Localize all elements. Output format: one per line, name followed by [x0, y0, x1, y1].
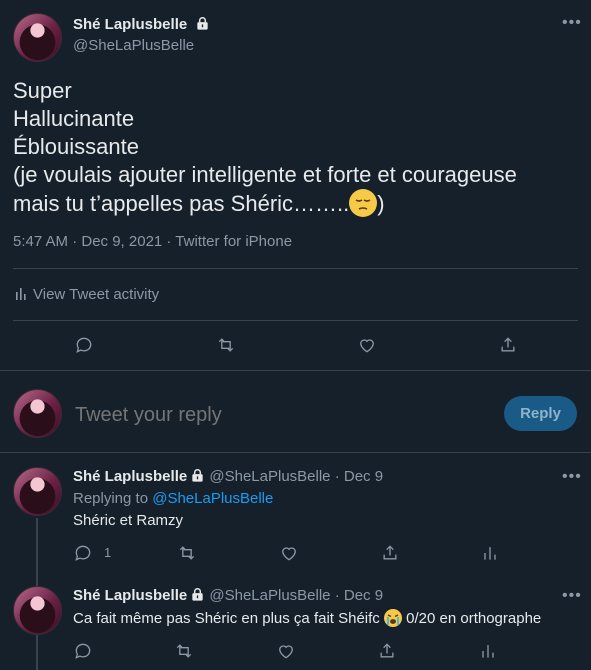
separator: · — [334, 587, 340, 604]
analytics-icon[interactable] — [480, 543, 500, 563]
reply-input[interactable] — [73, 398, 487, 432]
display-name[interactable]: Shé Laplusbelle — [73, 587, 187, 604]
reply-text: Shéric et Ramzy — [73, 512, 184, 529]
like-icon[interactable] — [279, 543, 299, 563]
more-options-icon[interactable]: ••• — [562, 587, 582, 605]
retweet-icon[interactable] — [216, 335, 236, 355]
avatar[interactable] — [13, 13, 62, 62]
display-name[interactable]: Shé Laplusbelle — [73, 468, 187, 485]
retweet-icon[interactable] — [177, 543, 197, 563]
more-options-icon[interactable]: ••• — [562, 14, 582, 32]
tweet-line: (je voulais ajouter intelligente et fort… — [13, 162, 517, 187]
reply-header: Shé Laplusbelle @SheLaPlusBelle · Dec 9 — [73, 468, 383, 487]
separator: · — [334, 468, 340, 485]
reply-count: 1 — [104, 545, 112, 560]
reply-icon[interactable] — [74, 335, 94, 355]
loudly-crying-face-emoji — [383, 609, 402, 627]
reply-icon[interactable] — [73, 543, 93, 563]
lock-icon — [190, 587, 205, 606]
like-icon[interactable] — [357, 335, 377, 355]
tweet-line: Super — [13, 78, 72, 103]
share-icon[interactable] — [498, 335, 518, 355]
tweet-line: Hallucinante — [13, 106, 135, 131]
share-icon[interactable] — [377, 641, 397, 661]
tweet-meta[interactable]: 5:47 AM · Dec 9, 2021 · Twitter for iPho… — [13, 233, 292, 250]
handle[interactable]: @SheLaPlusBelle — [209, 468, 330, 485]
tweet-line: Éblouissante — [13, 134, 139, 159]
handle[interactable]: @SheLaPlusBelle — [73, 37, 194, 54]
tweet-line: mais tu t’appelles pas Shéric…….. ) — [13, 189, 385, 217]
lock-icon — [190, 468, 205, 487]
author-block[interactable]: Shé Laplusbelle — [73, 16, 210, 36]
like-icon[interactable] — [276, 641, 296, 661]
divider — [0, 452, 591, 453]
view-tweet-activity-link[interactable]: View Tweet activity — [15, 286, 159, 305]
reply-icon[interactable] — [73, 641, 93, 661]
display-name[interactable]: Shé Laplusbelle — [73, 16, 187, 33]
avatar[interactable] — [13, 586, 62, 635]
reply-text: Ca fait même pas Shéric en plus ça fait … — [73, 609, 542, 627]
tweet-text: Super Hallucinante Éblouissante (je voul… — [13, 77, 573, 218]
analytics-icon[interactable] — [478, 641, 498, 661]
divider — [13, 268, 578, 269]
replying-to: Replying to @SheLaPlusBelle — [73, 490, 274, 507]
more-options-icon[interactable]: ••• — [562, 468, 582, 486]
avatar[interactable] — [13, 467, 62, 516]
divider — [13, 320, 578, 321]
reply-header: Shé Laplusbelle @SheLaPlusBelle · Dec 9 — [73, 587, 383, 606]
timestamp[interactable]: Dec 9 — [344, 587, 383, 604]
share-icon[interactable] — [380, 543, 400, 563]
pensive-face-emoji — [349, 189, 378, 217]
timestamp[interactable]: Dec 9 — [344, 468, 383, 485]
composer-avatar[interactable] — [13, 389, 62, 438]
mention-link[interactable]: @SheLaPlusBelle — [152, 490, 273, 507]
reply-button[interactable]: Reply — [504, 396, 577, 431]
divider — [0, 370, 591, 371]
handle[interactable]: @SheLaPlusBelle — [209, 587, 330, 604]
analytics-icon — [15, 286, 29, 305]
lock-icon — [195, 16, 210, 36]
retweet-icon[interactable] — [174, 641, 194, 661]
